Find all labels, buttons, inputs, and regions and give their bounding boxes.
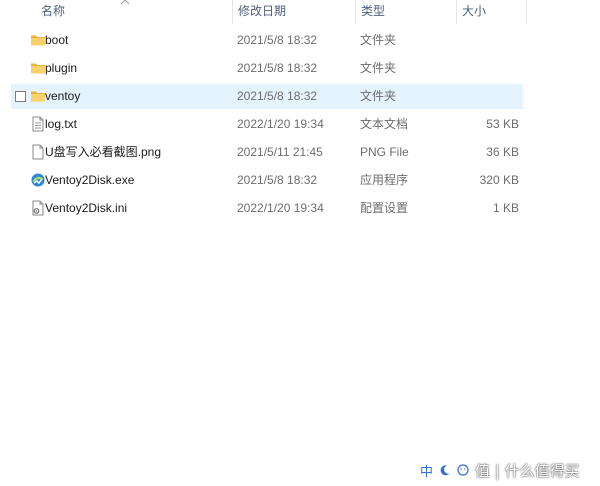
file-modified: 2021/5/8 18:32 [237, 33, 318, 47]
text-file-icon [32, 116, 44, 132]
file-modified: 2022/1/20 19:34 [237, 117, 324, 131]
file-name: boot [45, 33, 69, 47]
column-divider[interactable] [526, 0, 527, 24]
app-icon [31, 173, 45, 187]
ime-mode-label: 中 [420, 464, 434, 480]
file-row-ventoy[interactable]: ventoy 2021/5/8 18:32 文件夹 [11, 84, 523, 109]
file-type: 文件夹 [360, 33, 397, 47]
file-type: 配置设置 [360, 201, 409, 215]
file-modified: 2021/5/11 21:45 [237, 145, 323, 159]
file-size: 53 KB [486, 117, 519, 131]
file-name: U盘写入必看截图.png [45, 145, 162, 159]
file-name: log.txt [45, 117, 78, 131]
row-select-checkbox[interactable] [15, 91, 26, 102]
column-header-size-label: 大小 [462, 4, 487, 18]
image-file-icon [32, 144, 44, 160]
file-row-plugin[interactable]: plugin 2021/5/8 18:32 文件夹 [11, 56, 523, 81]
file-modified: 2021/5/8 18:32 [237, 61, 318, 75]
file-row-ventoy2disk-ini[interactable]: Ventoy2Disk.ini 2022/1/20 19:34 配置设置 1 K… [11, 196, 523, 221]
file-type: 文本文档 [360, 117, 409, 131]
file-type: 文件夹 [360, 61, 397, 75]
column-header-bar: 名称 修改日期 类型 大小 [0, 0, 527, 24]
file-row-ventoy2disk-exe[interactable]: Ventoy2Disk.exe 2021/5/8 18:32 应用程序 320 … [11, 168, 523, 193]
file-modified: 2022/1/20 19:34 [237, 201, 324, 215]
column-header-size[interactable]: 大小 [457, 0, 526, 24]
config-file-icon [32, 200, 44, 216]
file-size: 320 KB [479, 173, 519, 187]
file-name: Ventoy2Disk.ini [45, 201, 128, 215]
file-modified: 2021/5/8 18:32 [237, 173, 318, 187]
file-row-log-txt[interactable]: log.txt 2022/1/20 19:34 文本文档 53 KB [11, 112, 523, 137]
column-header-modified-label: 修改日期 [238, 4, 287, 18]
file-row-boot[interactable]: boot 2021/5/8 18:32 文件夹 [11, 28, 523, 53]
column-header-type[interactable]: 类型 [356, 0, 456, 24]
file-row-png[interactable]: U盘写入必看截图.png 2021/5/11 21:45 PNG File 36… [11, 140, 523, 165]
file-name: plugin [45, 61, 78, 75]
sort-ascending-icon [120, 0, 130, 5]
column-header-name-label: 名称 [41, 4, 66, 18]
file-name: Ventoy2Disk.exe [45, 173, 135, 187]
emoji-icon [457, 464, 469, 476]
file-size: 36 KB [486, 145, 519, 159]
file-size: 1 KB [492, 201, 519, 215]
watermark-text: 值 | 什么值得买 [475, 461, 580, 480]
watermark-overlay: 中 值 | 什么值得买 [420, 456, 598, 484]
file-type: PNG File [360, 145, 409, 159]
moon-icon [440, 465, 450, 476]
column-header-name[interactable]: 名称 [36, 0, 232, 24]
file-modified: 2021/5/8 18:32 [237, 89, 318, 103]
file-name: ventoy [45, 89, 81, 103]
file-type: 应用程序 [360, 173, 409, 187]
file-type: 文件夹 [360, 89, 397, 103]
folder-icon [31, 91, 45, 102]
column-header-modified[interactable]: 修改日期 [233, 0, 355, 24]
ime-toolbar: 中 [420, 461, 469, 480]
folder-icon [31, 63, 45, 74]
column-header-type-label: 类型 [361, 4, 386, 18]
folder-icon [31, 35, 45, 46]
